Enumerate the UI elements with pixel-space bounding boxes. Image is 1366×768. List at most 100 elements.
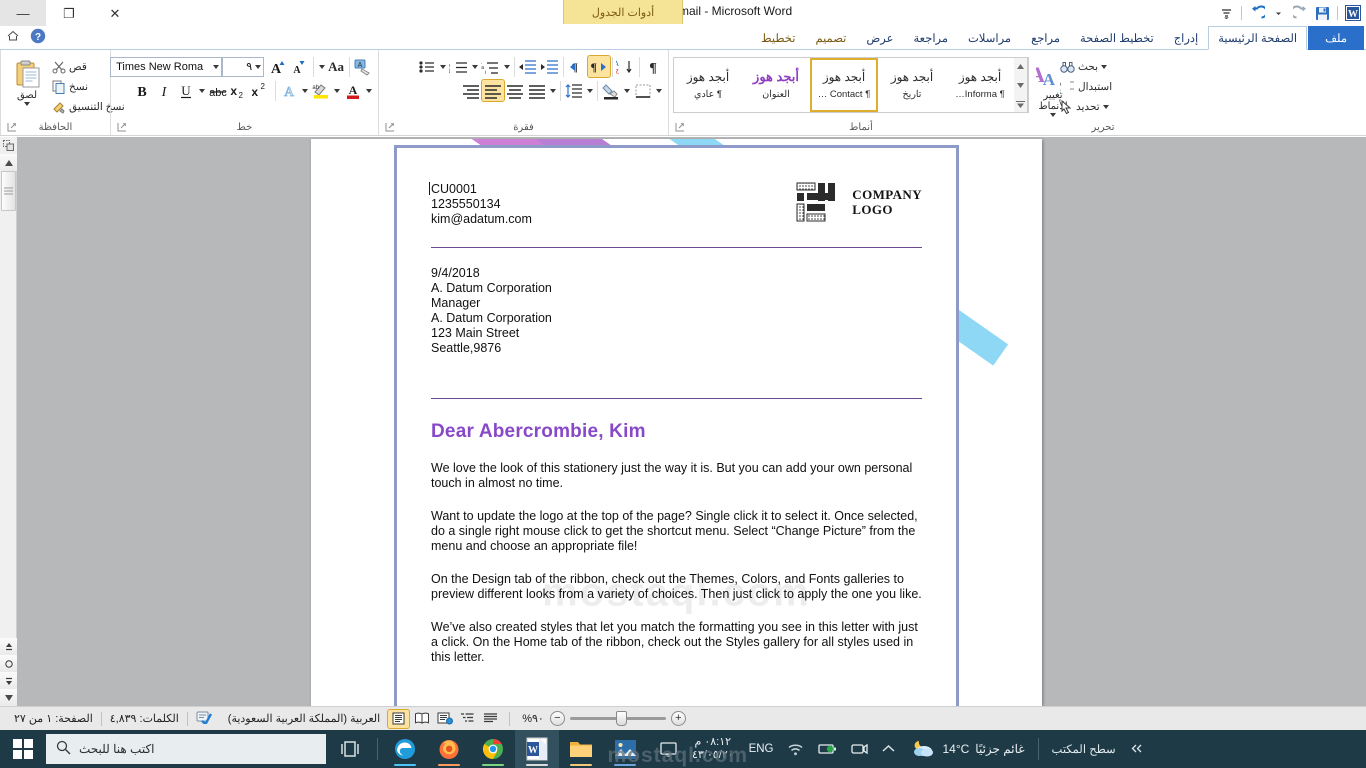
multilevel-list-button[interactable]: 1ai	[480, 56, 502, 77]
vertical-scrollbar[interactable]	[0, 137, 17, 706]
numbering-dropdown-icon[interactable]	[470, 56, 480, 77]
proofing-status[interactable]	[188, 710, 220, 727]
align-left-button[interactable]	[481, 79, 505, 102]
print-layout-view-button[interactable]	[387, 708, 411, 729]
redo-dropdown-icon[interactable]	[1269, 4, 1288, 23]
font-size-input[interactable]: ٩	[222, 56, 265, 77]
show-formatting-marks-button[interactable]: ¶	[642, 56, 664, 77]
select-button[interactable]: تحديد	[1057, 97, 1115, 117]
text-effects-dropdown-icon[interactable]	[300, 80, 310, 101]
shading-dropdown-icon[interactable]	[622, 80, 632, 101]
shrink-font-button[interactable]: A	[289, 56, 311, 77]
line-spacing-dropdown-icon[interactable]	[585, 80, 595, 101]
taskbar-firefox-button[interactable]	[427, 730, 471, 768]
home-icon[interactable]	[6, 29, 20, 48]
start-button[interactable]	[0, 730, 46, 768]
draft-view-button[interactable]	[480, 710, 501, 728]
font-name-input[interactable]: Times New Roma	[110, 56, 223, 77]
bullets-dropdown-icon[interactable]	[438, 56, 448, 77]
taskbar-edge-button[interactable]	[383, 730, 427, 768]
tab-home[interactable]: الصفحة الرئيسية	[1208, 26, 1308, 50]
styles-gallery[interactable]: أبجد هوز ¶ عادي أبجد هوز العنوان أبجد هو…	[673, 57, 1029, 113]
tab-view[interactable]: عرض	[856, 26, 903, 50]
styles-scroll-up-icon[interactable]	[1014, 58, 1027, 75]
previous-page-icon[interactable]	[0, 638, 17, 655]
font-dialog-launcher-icon[interactable]	[117, 122, 127, 132]
zoom-out-button[interactable]: −	[549, 711, 565, 726]
font-name-dropdown-icon[interactable]	[213, 64, 220, 69]
select-dropdown-icon[interactable]	[1102, 105, 1109, 109]
paste-dropdown-icon[interactable]	[24, 102, 30, 106]
paragraph-dialog-launcher-icon[interactable]	[385, 122, 395, 132]
find-dropdown-icon[interactable]	[1101, 65, 1108, 69]
numbering-button[interactable]: 123	[448, 56, 470, 77]
decrease-indent-button[interactable]	[517, 56, 539, 77]
collapse-ribbon-icon[interactable]	[0, 137, 17, 154]
page-indicator[interactable]: الصفحة: ١ من ٢٧	[6, 712, 101, 725]
subscript-button[interactable]: x2	[229, 80, 251, 101]
undo-icon[interactable]	[1247, 4, 1266, 23]
font-color-dropdown-icon[interactable]	[364, 80, 374, 101]
zoom-percentage[interactable]: ٩٠%	[518, 712, 548, 725]
change-case-dropdown-icon[interactable]	[319, 64, 326, 69]
ltr-direction-button[interactable]: ¶	[566, 56, 588, 77]
change-case-button[interactable]: Aa	[316, 57, 347, 77]
select-browse-object-icon[interactable]	[0, 655, 17, 672]
taskbar-word-button[interactable]: W	[515, 730, 559, 768]
style-item-contact[interactable]: أبجد هوز ¶ Contact …	[810, 58, 878, 112]
taskbar-clock[interactable]: ٠٨:١٢ م ٤٣/٠٥/٢٠	[684, 736, 742, 762]
task-view-button[interactable]	[328, 730, 372, 768]
scroll-up-icon[interactable]	[0, 154, 17, 171]
align-right-button[interactable]	[460, 80, 482, 101]
grow-font-button[interactable]: A	[267, 56, 289, 77]
style-item-information[interactable]: أبجد هوز ¶ Informa…	[946, 58, 1014, 112]
underline-dropdown-icon[interactable]	[197, 80, 207, 101]
font-color-button[interactable]: A	[342, 80, 364, 101]
company-logo[interactable]: COMPANY LOGO	[796, 182, 922, 222]
shading-button[interactable]	[600, 80, 622, 101]
align-center-button[interactable]	[504, 80, 526, 101]
bold-button[interactable]: B	[131, 80, 153, 101]
tab-insert[interactable]: إدراج	[1164, 26, 1209, 50]
outline-view-button[interactable]	[457, 710, 478, 728]
wifi-icon[interactable]	[780, 730, 811, 768]
next-page-icon[interactable]	[0, 672, 17, 689]
style-item-date[interactable]: أبجد هوز تاريخ	[878, 58, 946, 112]
taskbar-photos-button[interactable]	[603, 730, 647, 768]
style-item-normal[interactable]: أبجد هوز ¶ عادي	[674, 58, 742, 112]
tab-table-layout[interactable]: تخطيط	[751, 26, 805, 50]
zoom-track[interactable]	[569, 711, 666, 726]
desktop-label[interactable]: سطح المكتب	[1044, 742, 1124, 756]
camera-icon[interactable]	[844, 730, 875, 768]
redo-icon[interactable]	[1291, 4, 1310, 23]
tab-mailings[interactable]: مراسلات	[958, 26, 1021, 50]
borders-button[interactable]	[632, 80, 654, 101]
taskbar-chrome-button[interactable]	[471, 730, 515, 768]
styles-dialog-launcher-icon[interactable]	[675, 122, 685, 132]
font-size-dropdown-icon[interactable]	[255, 64, 262, 69]
zoom-in-button[interactable]: +	[670, 711, 686, 726]
clear-formatting-button[interactable]: A	[352, 56, 374, 77]
style-item-title[interactable]: أبجد هوز العنوان	[742, 58, 810, 112]
notifications-button[interactable]	[653, 730, 684, 768]
superscript-button[interactable]: x2	[251, 80, 273, 101]
increase-indent-button[interactable]	[539, 56, 561, 77]
search-input[interactable]: اكتب هنا للبحث	[46, 734, 326, 764]
multilevel-dropdown-icon[interactable]	[502, 56, 512, 77]
justify-dropdown-icon[interactable]	[548, 80, 558, 101]
text-highlight-button[interactable]: ab	[310, 80, 332, 101]
sort-button[interactable]: AZ	[615, 56, 637, 77]
borders-dropdown-icon[interactable]	[654, 80, 664, 101]
styles-gallery-scroll[interactable]	[1014, 58, 1028, 112]
customize-qat-icon[interactable]	[1217, 4, 1236, 23]
paste-button[interactable]: لصق	[5, 57, 49, 106]
language-indicator[interactable]: العربية (المملكة العربية السعودية)	[220, 712, 388, 725]
tab-table-design[interactable]: تصميم	[805, 26, 856, 50]
scroll-down-icon[interactable]	[0, 689, 17, 706]
zoom-thumb[interactable]	[615, 711, 627, 726]
text-effects-button[interactable]: A	[278, 80, 300, 101]
italic-button[interactable]: I	[153, 80, 175, 101]
document-page[interactable]: CU0001 1235550134 kim@adatum.com COMPANY…	[311, 139, 1042, 706]
weather-widget[interactable]: 14°C غائم جزئيًا	[902, 738, 1032, 761]
zoom-slider[interactable]: − +	[549, 711, 686, 726]
